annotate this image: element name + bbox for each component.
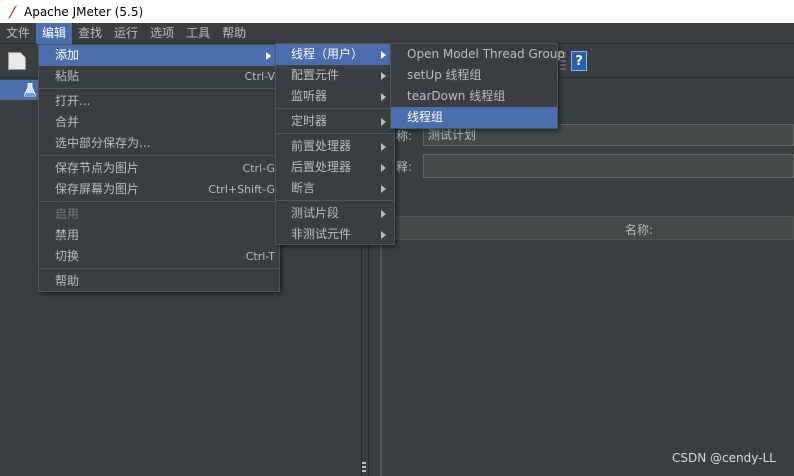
menu-item-label: 保存节点为图片 <box>55 161 140 175</box>
submenu-arrow-icon <box>381 231 386 239</box>
submenu-item-postprocessor[interactable]: 后置处理器 <box>276 157 394 178</box>
menu-item-label: 合并 <box>55 115 80 129</box>
jmeter-feather-icon <box>8 4 17 19</box>
splitter-grip-icon[interactable] <box>362 462 366 474</box>
submenu-arrow-icon <box>381 185 386 193</box>
menu-item-enable: 启用 <box>39 204 279 225</box>
menu-item-shortcut: Ctrl-T <box>245 250 275 263</box>
submenu-arrow-icon <box>381 72 386 80</box>
variables-table-body[interactable] <box>381 240 794 476</box>
menu-item-label: 测试片段 <box>291 206 340 220</box>
menu-item-label: Open Model Thread Group <box>407 47 566 61</box>
menu-item-label: 线程（用户） <box>291 47 364 61</box>
menu-item-label: 后置处理器 <box>291 160 352 174</box>
menu-item-paste[interactable]: 粘贴 Ctrl-V <box>39 66 279 87</box>
menu-item-label: 选中部分保存为... <box>55 136 151 150</box>
menu-item-label: 定时器 <box>291 114 328 128</box>
submenu-arrow-icon <box>381 143 386 151</box>
menu-item-label: 非测试元件 <box>291 227 352 241</box>
menu-item-save-selection[interactable]: 选中部分保存为... <box>39 133 279 154</box>
submenu-item-config[interactable]: 配置元件 <box>276 65 394 86</box>
threads-submenu: Open Model Thread Group setUp 线程组 tearDo… <box>390 43 565 129</box>
menu-file[interactable]: 文件 <box>0 23 36 44</box>
submenu-arrow-icon <box>381 118 386 126</box>
menu-item-label: 添加 <box>55 48 80 62</box>
menu-item-disable[interactable]: 禁用 <box>39 225 279 246</box>
menu-item-shortcut: Ctrl-V <box>244 70 275 83</box>
menu-item-open[interactable]: 打开... <box>39 91 279 112</box>
menu-item-merge[interactable]: 合并 <box>39 112 279 133</box>
flask-icon <box>24 83 36 97</box>
edit-menu: 添加 粘贴 Ctrl-V 打开... 合并 选中部分保存为... 保存节点为图片… <box>38 44 280 292</box>
submenu-item-open-model-thread-group[interactable]: Open Model Thread Group <box>391 44 565 65</box>
add-submenu: 线程（用户） 配置元件 监听器 定时器 前置处理器 后置处理器 断言 测试片段 … <box>275 43 395 245</box>
variables-table-header <box>381 216 794 240</box>
menu-item-label: 线程组 <box>407 110 444 124</box>
column-name-header[interactable]: 名称: <box>625 221 653 238</box>
menu-item-save-node-image[interactable]: 保存节点为图片 Ctrl-G <box>39 158 279 179</box>
menu-item-label: 启用 <box>55 207 80 221</box>
submenu-item-preprocessor[interactable]: 前置处理器 <box>276 136 394 157</box>
menu-item-label: 前置处理器 <box>291 139 352 153</box>
submenu-item-teardown-thread-group[interactable]: tearDown 线程组 <box>391 86 557 107</box>
submenu-item-timer[interactable]: 定时器 <box>276 111 394 132</box>
menu-item-label: 切换 <box>55 249 80 263</box>
window-title: Apache JMeter (5.5) <box>24 4 144 19</box>
help-icon[interactable]: ? <box>571 51 587 71</box>
submenu-arrow-icon <box>381 210 386 218</box>
submenu-item-non-test[interactable]: 非测试元件 <box>276 224 394 245</box>
menu-item-label: 禁用 <box>55 228 80 242</box>
menu-item-shortcut: Ctrl-G <box>242 162 275 175</box>
menu-item-add[interactable]: 添加 <box>39 45 279 66</box>
watermark: CSDN @cendy-LL <box>672 451 776 465</box>
menu-item-label: 打开... <box>55 94 91 108</box>
submenu-arrow-icon <box>381 51 386 59</box>
submenu-item-test-fragment[interactable]: 测试片段 <box>276 203 394 224</box>
submenu-arrow-icon <box>381 164 386 172</box>
menu-item-label: 保存屏幕为图片 <box>55 182 140 196</box>
comment-label: 释: <box>396 160 413 174</box>
submenu-item-thread-group[interactable]: 线程组 <box>391 107 557 128</box>
submenu-item-listener[interactable]: 监听器 <box>276 86 394 107</box>
submenu-arrow-icon <box>381 93 386 101</box>
submenu-item-setup-thread-group[interactable]: setUp 线程组 <box>391 65 557 86</box>
name-label: 称: <box>396 129 413 143</box>
menu-item-label: 断言 <box>291 181 316 195</box>
menu-item-label: 帮助 <box>55 274 80 288</box>
menu-item-label: 监听器 <box>291 89 328 103</box>
menu-item-shortcut: Ctrl+Shift-G <box>208 183 275 196</box>
menu-item-save-screen-image[interactable]: 保存屏幕为图片 Ctrl+Shift-G <box>39 179 279 200</box>
table-gutter <box>369 240 381 476</box>
submenu-item-assertion[interactable]: 断言 <box>276 178 394 199</box>
menu-item-label: 粘贴 <box>55 69 80 83</box>
menu-item-label: 配置元件 <box>291 68 340 82</box>
menu-run[interactable]: 运行 <box>108 23 144 44</box>
comment-input[interactable] <box>423 154 794 178</box>
menu-tools[interactable]: 工具 <box>180 23 216 44</box>
menu-item-help[interactable]: 帮助 <box>39 271 279 292</box>
menu-item-label: tearDown 线程组 <box>407 89 506 103</box>
menu-item-toggle[interactable]: 切换 Ctrl-T <box>39 246 279 267</box>
menu-options[interactable]: 选项 <box>144 23 180 44</box>
title-bar: Apache JMeter (5.5) <box>0 0 794 23</box>
new-file-icon[interactable] <box>8 52 26 70</box>
submenu-arrow-icon <box>266 52 271 60</box>
menu-bar: 文件 编辑 查找 运行 选项 工具 帮助 <box>0 22 794 44</box>
tree-row-test-plan[interactable] <box>0 80 38 100</box>
menu-search[interactable]: 查找 <box>72 23 108 44</box>
menu-item-label: setUp 线程组 <box>407 68 482 82</box>
menu-help[interactable]: 帮助 <box>216 23 252 44</box>
menu-edit[interactable]: 编辑 <box>36 22 73 44</box>
submenu-item-threads[interactable]: 线程（用户） <box>276 44 394 65</box>
